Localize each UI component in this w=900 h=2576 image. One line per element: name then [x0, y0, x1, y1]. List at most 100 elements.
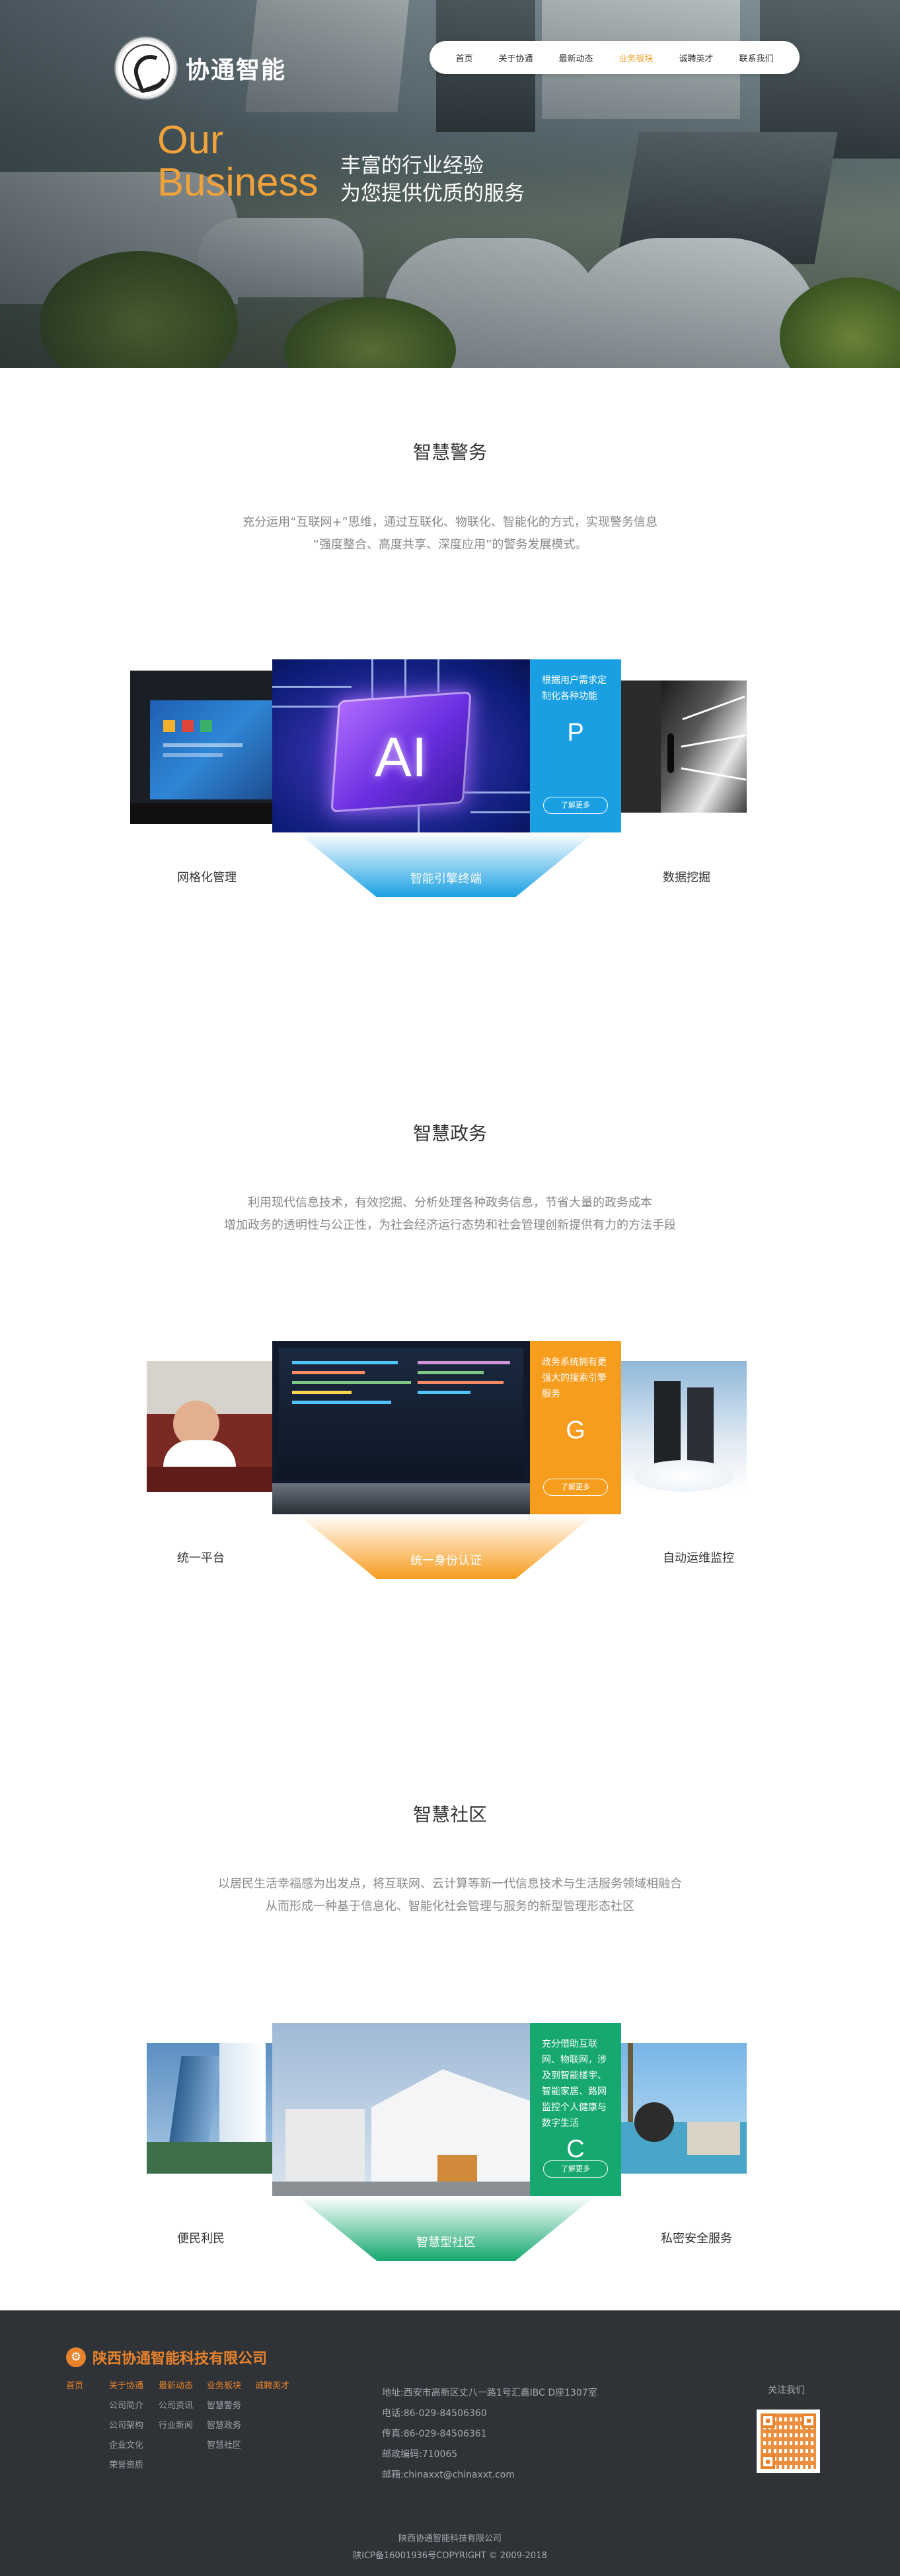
ai-chip-image[interactable]: AI — [272, 659, 530, 832]
learn-more-button[interactable]: 了解更多 — [543, 2160, 608, 2178]
learn-more-button[interactable]: 了解更多 — [543, 797, 608, 814]
grid-management-label: 网格化管理 — [177, 871, 237, 885]
center-caption-text: 统一身份认证 — [410, 1554, 482, 1568]
footer-email[interactable]: 邮箱:chinaxxt@chinaxxt.com — [382, 2465, 597, 2485]
caption-trapezoid — [297, 2196, 595, 2261]
center-caption-bar: 智能引擎终端 — [297, 832, 595, 897]
footer-logo[interactable]: ⚙ 陕西协通智能科技有限公司 — [66, 2347, 267, 2368]
footer-company-name: 陕西协通智能科技有限公司 — [93, 2351, 268, 2367]
monitoring-label: 自动运维监控 — [663, 1551, 734, 1565]
hero-slogan-en-line1: Our — [157, 118, 224, 162]
section-desc-line2: “强度整合、高度共享、深度应用”的警务发展模式。 — [313, 538, 587, 552]
caption-trapezoid — [297, 832, 595, 897]
nav-item-contact[interactable]: 联系我们 — [739, 52, 773, 64]
section-desc: 以居民生活幸福感为出发点，将互联网、云计算等新一代信息技术与生活服务领域相融合 … — [0, 1873, 900, 1918]
footer-link[interactable]: 智慧社区 — [207, 2436, 241, 2456]
section-title: 智慧政务 — [412, 1122, 487, 1144]
circuit-trace — [404, 659, 406, 696]
section-desc-line1: 充分运用“互联网+”思维，通过互联化、物联化、智能化的方式，实现警务信息 — [243, 515, 657, 529]
footer-fax: 传真:86-029-84506361 — [382, 2429, 487, 2439]
nav-item-home[interactable]: 首页 — [455, 52, 472, 64]
monitoring-image[interactable] — [621, 1361, 747, 1492]
section-desc-line1: 利用现代信息技术，有效挖掘、分析处理各种政务信息，节省大量的政务成本 — [248, 1196, 652, 1210]
footer-link[interactable]: 企业文化 — [109, 2436, 143, 2456]
footer-link[interactable]: 智慧警务 — [207, 2396, 241, 2416]
nav-item-about[interactable]: 关于协通 — [498, 52, 533, 64]
feature-panel: 政务系统拥有更强大的搜索引擎服务 G 了解更多 — [530, 1341, 621, 1514]
data-mining-image[interactable] — [621, 681, 747, 813]
main-nav: 首页 关于协通 最新动态 业务板块 诚聘英才 联系我们 — [430, 41, 800, 74]
circuit-trace — [437, 659, 439, 692]
panel-letter: C — [566, 2135, 585, 2163]
panel-text: 充分借助互联网、物联网，涉及到智能楼宇、智能家居、路网监控个人健康与数字生活 — [542, 2039, 607, 2129]
unified-platform-label: 统一平台 — [177, 1551, 225, 1565]
circuit-trace — [464, 791, 530, 793]
center-caption-bar: 统一身份认证 — [297, 1514, 595, 1579]
panel-text: 根据用户需求定制化各种功能 — [542, 675, 607, 702]
footer-link[interactable]: 行业新闻 — [159, 2416, 193, 2436]
site-footer: ⚙ 陕西协通智能科技有限公司 首页 关于协通 公司简介 公司架构 企业文化 荣誉… — [0, 2310, 900, 2576]
footer-postcode: 邮政编码:710065 — [382, 2449, 458, 2460]
circuit-trace — [470, 811, 530, 813]
footer-col-business: 业务板块 智慧警务 智慧政务 智慧社区 — [207, 2376, 241, 2456]
footer-col-home: 首页 — [66, 2376, 83, 2396]
footer-link[interactable]: 公司简介 — [109, 2396, 143, 2416]
footer-address: 地址:西安市高新区丈八一路1号汇鑫IBC D座1307室 — [382, 2388, 597, 2398]
footer-link[interactable]: 荣誉资质 — [109, 2456, 143, 2476]
panel-text: 政务系统拥有更强大的搜索引擎服务 — [542, 1357, 607, 1399]
section-desc: 充分运用“互联网+”思维，通过互联化、物联化、智能化的方式，实现警务信息 “强度… — [0, 511, 900, 556]
brand-logo[interactable]: 协通智能 — [116, 36, 286, 99]
feature-panel: 根据用户需求定制化各种功能 P 了解更多 — [530, 659, 621, 832]
follow-us-label: 关注我们 — [768, 2385, 805, 2396]
footer-link-home[interactable]: 首页 — [66, 2376, 83, 2396]
footer-link[interactable]: 智慧政务 — [207, 2416, 241, 2436]
unified-platform-image[interactable] — [147, 1361, 272, 1492]
footer-col-careers: 诚聘英才 — [255, 2376, 289, 2396]
convenience-image[interactable] — [147, 2043, 272, 2174]
hero-slogan-en-line2: Business — [157, 160, 319, 204]
footer-link-about[interactable]: 关于协通 — [109, 2376, 143, 2396]
nav-item-careers[interactable]: 诚聘英才 — [679, 52, 713, 64]
privacy-security-label: 私密安全服务 — [661, 2232, 732, 2246]
circuit-trace — [272, 706, 338, 708]
footer-copyright: 陕西协通智能科技有限公司 陕ICP备16001936号COPYRIGHT © 2… — [0, 2530, 900, 2565]
footer-link-business[interactable]: 业务板块 — [207, 2376, 241, 2396]
code-screen-image[interactable] — [272, 1341, 530, 1514]
qr-code-icon — [757, 2410, 820, 2473]
panel-letter: G — [566, 1417, 585, 1444]
section-desc-line2: 从而形成一种基于信息化、智能化社会管理与服务的新型管理形态社区 — [266, 1899, 634, 1913]
hero-slogan-cn-line2: 为您提供优质的服务 — [340, 182, 525, 205]
caption-trapezoid — [297, 1514, 595, 1579]
community-building-image[interactable] — [272, 2023, 530, 2196]
section-desc-line1: 以居民生活幸福感为出发点，将互联网、云计算等新一代信息技术与生活服务领域相融合 — [218, 1877, 682, 1891]
feature-panel: 充分借助互联网、物联网，涉及到智能楼宇、智能家居、路网监控个人健康与数字生活 C… — [530, 2023, 621, 2196]
footer-contact-info: 地址:西安市高新区丈八一路1号汇鑫IBC D座1307室 电话:86-029-8… — [382, 2383, 597, 2485]
center-caption-text: 智慧型社区 — [416, 2236, 476, 2250]
privacy-security-image[interactable] — [621, 2043, 747, 2174]
data-mining-label: 数据挖掘 — [663, 871, 710, 885]
hero-slogan-en: Our Business — [157, 119, 318, 203]
nav-item-news[interactable]: 最新动态 — [558, 52, 593, 64]
circuit-trace — [371, 659, 373, 699]
center-caption-bar: 智慧型社区 — [297, 2196, 595, 2261]
learn-more-button[interactable]: 了解更多 — [543, 1479, 608, 1496]
hero-banner: 协通智能 首页 关于协通 最新动态 业务板块 诚聘英才 联系我们 Our Bus… — [0, 0, 900, 368]
section-desc: 利用现代信息技术，有效挖掘、分析处理各种政务信息，节省大量的政务成本 增加政务的… — [0, 1192, 900, 1237]
center-caption-text: 智能引擎终端 — [410, 872, 482, 886]
circuit-trace — [272, 686, 352, 688]
footer-phone: 电话:86-029-84506360 — [382, 2408, 487, 2419]
footer-link-news[interactable]: 最新动态 — [159, 2376, 193, 2396]
footer-link[interactable]: 公司资讯 — [159, 2396, 193, 2416]
footer-link-careers[interactable]: 诚聘英才 — [255, 2376, 289, 2396]
brand-name: 协通智能 — [186, 56, 287, 84]
footer-copyright-line1: 陕西协通智能科技有限公司 — [398, 2534, 502, 2544]
grid-management-image[interactable] — [130, 671, 272, 824]
footer-col-news: 最新动态 公司资讯 行业新闻 — [159, 2376, 193, 2436]
hero-slogan-cn: 丰富的行业经验 为您提供优质的服务 — [340, 152, 525, 207]
footer-col-about: 关于协通 公司简介 公司架构 企业文化 荣誉资质 — [109, 2376, 143, 2476]
section-desc-line2: 增加政务的透明性与公正性，为社会经济运行态势和社会管理创新提供有力的方法手段 — [224, 1218, 676, 1232]
nav-item-business[interactable]: 业务板块 — [619, 52, 653, 64]
footer-logo-icon: ⚙ — [66, 2347, 86, 2367]
footer-link[interactable]: 公司架构 — [109, 2416, 143, 2436]
convenience-label: 便民利民 — [177, 2232, 225, 2246]
